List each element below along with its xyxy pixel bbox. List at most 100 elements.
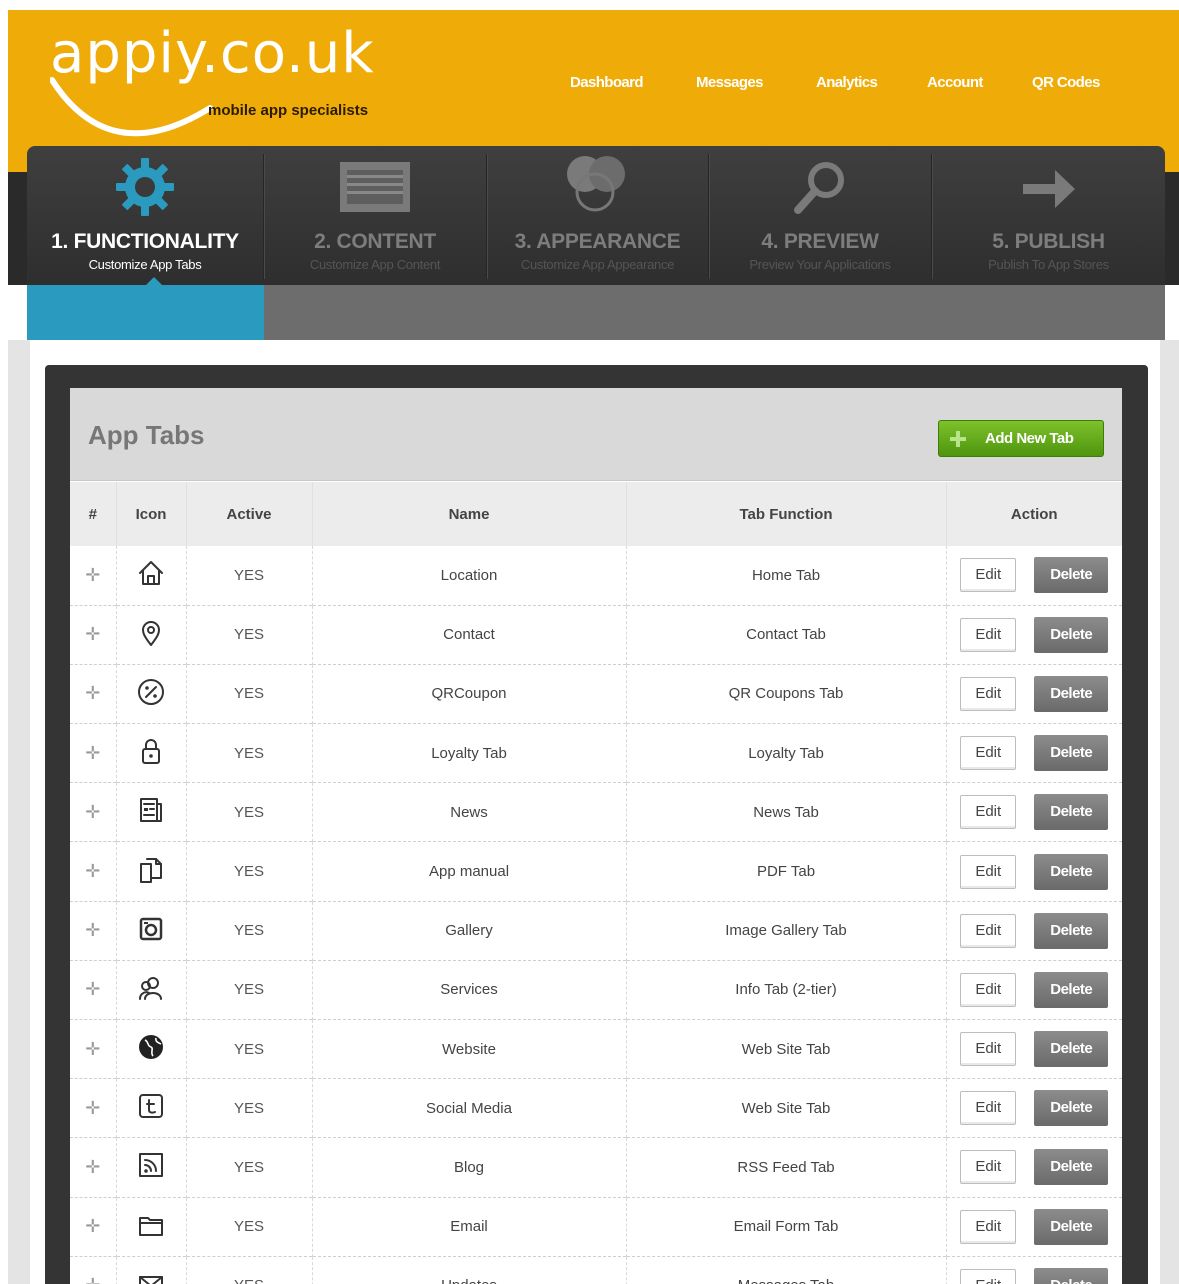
nav-analytics[interactable]: Analytics xyxy=(816,74,878,91)
newspaper-icon xyxy=(140,798,162,823)
icon-cell xyxy=(115,901,186,961)
drag-handle-cell[interactable]: ✛ xyxy=(70,960,116,1019)
drag-handle-icon[interactable]: ✛ xyxy=(85,1275,100,1284)
edit-button[interactable]: Edit xyxy=(960,972,1017,1007)
drag-handle-cell[interactable]: ✛ xyxy=(70,1020,116,1079)
drag-handle-icon[interactable]: ✛ xyxy=(85,920,100,940)
delete-button[interactable]: Delete xyxy=(1034,794,1109,831)
delete-button[interactable]: Delete xyxy=(1034,1031,1109,1068)
icon-cell xyxy=(115,1137,186,1198)
tab-function-cell: Messages Tab xyxy=(625,1256,946,1284)
action-cell: Edit Delete xyxy=(945,723,1122,783)
step-title: 1. FUNCTIONALITY xyxy=(51,230,239,253)
tab-function-cell: Web Site Tab xyxy=(625,1078,946,1138)
drag-handle-icon[interactable]: ✛ xyxy=(85,565,100,585)
drag-handle-cell[interactable]: ✛ xyxy=(70,1197,116,1256)
step-functionality[interactable]: 1. FUNCTIONALITY Customize App Tabs xyxy=(27,146,263,285)
drag-handle-icon[interactable]: ✛ xyxy=(85,979,100,999)
table-row: ✛ YES Services Info Tab (2-tier) Edit Del… xyxy=(70,960,1122,1020)
brand-tagline: mobile app specialists xyxy=(208,102,369,119)
drag-handle-cell[interactable]: ✛ xyxy=(70,546,116,605)
active-cell: YES xyxy=(185,1137,312,1198)
plus-icon xyxy=(950,431,966,447)
delete-button[interactable]: Delete xyxy=(1034,557,1109,594)
magnifier-icon xyxy=(794,162,844,214)
panel-title: App Tabs xyxy=(88,420,205,450)
edit-button[interactable]: Edit xyxy=(960,1150,1017,1185)
people-icon xyxy=(139,976,162,1000)
table-row: ✛ YES App manual PDF Tab Edit Delete xyxy=(70,841,1122,902)
name-cell: Social Media xyxy=(311,1078,626,1138)
drag-handle-icon[interactable]: ✛ xyxy=(85,683,100,703)
delete-button[interactable]: Delete xyxy=(1034,735,1109,772)
edit-button[interactable]: Edit xyxy=(960,558,1017,593)
delete-button[interactable]: Delete xyxy=(1034,616,1109,653)
column-header-icon: Icon xyxy=(115,482,186,546)
step-preview[interactable]: 4. PREVIEW Preview Your Applications xyxy=(709,146,931,285)
drag-handle-cell[interactable]: ✛ xyxy=(70,605,116,664)
drag-handle-icon[interactable]: ✛ xyxy=(85,1098,100,1118)
drag-handle-cell[interactable]: ✛ xyxy=(70,1079,116,1138)
drag-handle-icon[interactable]: ✛ xyxy=(85,1039,100,1059)
delete-button[interactable]: Delete xyxy=(1034,853,1109,890)
drag-handle-icon[interactable]: ✛ xyxy=(85,624,100,644)
step-publish[interactable]: 5. PUBLISH Publish To App Stores xyxy=(932,146,1165,285)
drag-handle-icon[interactable]: ✛ xyxy=(85,802,100,822)
edit-button[interactable]: Edit xyxy=(960,795,1017,830)
drag-handle-cell[interactable]: ✛ xyxy=(70,783,116,842)
delete-button[interactable]: Delete xyxy=(1034,1208,1109,1245)
drag-handle-cell[interactable]: ✛ xyxy=(70,1138,116,1197)
delete-button[interactable]: Delete xyxy=(1034,912,1109,949)
nav-account[interactable]: Account xyxy=(927,74,983,91)
edit-button[interactable]: Edit xyxy=(960,1268,1017,1284)
drag-handle-cell[interactable]: ✛ xyxy=(70,842,116,901)
nav-qr-codes[interactable]: QR Codes xyxy=(1032,74,1100,91)
active-cell: YES xyxy=(185,1256,312,1284)
action-cell: Edit Delete xyxy=(945,605,1122,665)
delete-button[interactable]: Delete xyxy=(1034,971,1109,1008)
delete-button[interactable]: Delete xyxy=(1034,675,1109,712)
icon-cell xyxy=(115,841,186,902)
add-new-tab-label: Add New Tab xyxy=(985,430,1074,447)
drag-handle-icon[interactable]: ✛ xyxy=(85,743,100,763)
edit-button[interactable]: Edit xyxy=(960,1032,1017,1067)
tab-function-cell: PDF Tab xyxy=(625,841,946,902)
edit-button[interactable]: Edit xyxy=(960,854,1017,889)
drag-handle-cell[interactable]: ✛ xyxy=(70,664,116,723)
column-header-action: Action xyxy=(945,482,1122,546)
active-cell: YES xyxy=(185,605,312,665)
edit-button[interactable]: Edit xyxy=(960,913,1017,948)
step-subtitle: Customize App Appearance xyxy=(520,257,675,272)
table-row: ✛ YES Updates Messages Tab Edit Delete xyxy=(70,1256,1122,1284)
icon-cell xyxy=(115,1019,186,1079)
wizard-steps: 1. FUNCTIONALITY Customize App Tabs 2. C… xyxy=(27,146,1165,285)
brand-logo[interactable]: appiy.co.uk mobile app specialists xyxy=(50,22,410,142)
nav-dashboard[interactable]: Dashboard xyxy=(570,74,644,91)
add-new-tab-button[interactable]: Add New Tab xyxy=(938,420,1104,457)
drag-handle-cell[interactable]: ✛ xyxy=(70,901,116,960)
edit-button[interactable]: Edit xyxy=(960,617,1017,652)
edit-button[interactable]: Edit xyxy=(960,1091,1017,1126)
drag-handle-cell[interactable]: ✛ xyxy=(70,724,116,783)
edit-button[interactable]: Edit xyxy=(960,676,1017,711)
name-cell: App manual xyxy=(311,841,626,902)
name-cell: Gallery xyxy=(311,901,626,961)
delete-button[interactable]: Delete xyxy=(1034,1090,1109,1127)
tumblr-icon xyxy=(139,1094,163,1119)
step-appearance[interactable]: 3. APPEARANCE Customize App Appearance xyxy=(487,146,708,285)
step-content[interactable]: 2. CONTENT Customize App Content xyxy=(264,146,486,285)
drag-handle-icon[interactable]: ✛ xyxy=(85,861,100,881)
drag-handle-icon[interactable]: ✛ xyxy=(85,1216,100,1236)
content-icon xyxy=(340,162,410,212)
nav-messages[interactable]: Messages xyxy=(696,74,764,91)
tab-function-cell: Info Tab (2-tier) xyxy=(625,960,946,1020)
action-cell: Edit Delete xyxy=(945,546,1122,606)
edit-button[interactable]: Edit xyxy=(960,736,1017,771)
tab-function-cell: Loyalty Tab xyxy=(625,723,946,783)
drag-handle-cell[interactable]: ✛ xyxy=(70,1256,116,1284)
delete-button[interactable]: Delete xyxy=(1034,1267,1109,1284)
drag-handle-icon[interactable]: ✛ xyxy=(85,1157,100,1177)
step-subtitle: Preview Your Applications xyxy=(749,257,891,272)
delete-button[interactable]: Delete xyxy=(1034,1149,1109,1186)
edit-button[interactable]: Edit xyxy=(960,1209,1017,1244)
